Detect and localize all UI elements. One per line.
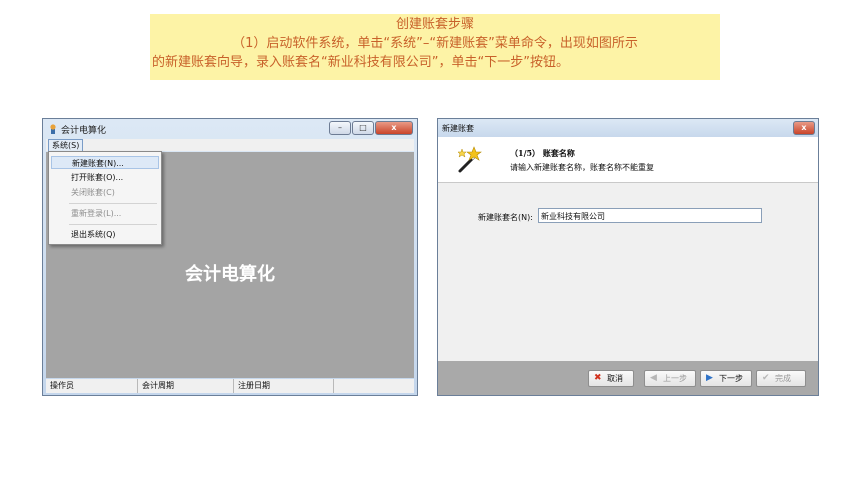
wizard-close-button[interactable]: x (793, 121, 815, 135)
arrow-left-icon: ◀ (650, 373, 657, 383)
banner-line-2: 的新建账套向导，录入账套名“新业科技有限公司”，单击“下一步”按钮。 (152, 55, 569, 70)
step-description: 请输入新建账套名称，账套名称不能重复 (510, 163, 654, 172)
status-bar: 操作员 会计周期 注册日期 (46, 379, 414, 393)
app-icon (50, 124, 56, 134)
menu-item-relogin: 重新登录(L)... (71, 209, 122, 218)
checkmark-icon: ✔ (762, 373, 770, 383)
window-controls: – □ x (328, 121, 413, 135)
wizard-title: 新建账套 (442, 124, 474, 133)
status-date: 注册日期 (234, 379, 334, 393)
instruction-banner: 创建账套步骤 （1）启动软件系统，单击“系统”–“新建账套”菜单命令，出现如图所… (150, 14, 720, 80)
system-dropdown-menu: 新建账套(N)... 打开账套(O)... 关闭账套(C) 重新登录(L)...… (48, 151, 162, 245)
next-button[interactable]: ▶ 下一步 (700, 370, 752, 387)
main-window-title: 会计电算化 (61, 126, 107, 136)
finish-button: ✔ 完成 (756, 370, 806, 387)
menu-item-open-account[interactable]: 打开账套(O)... (51, 171, 159, 184)
prev-button-label: 上一步 (663, 374, 687, 383)
close-button[interactable]: x (375, 121, 413, 135)
minimize-button[interactable]: – (329, 121, 351, 135)
menu-bar: 系统(S) (46, 139, 414, 152)
prev-button: ◀ 上一步 (644, 370, 696, 387)
finish-button-label: 完成 (775, 374, 791, 383)
step-title: （1/5） 账套名称 (510, 148, 575, 158)
banner-title: 创建账套步骤 (395, 17, 474, 32)
menu-separator (69, 203, 157, 204)
magic-wand-icon (457, 146, 482, 173)
new-account-wizard: 新建账套 x （1/5） 账套名称 请输入新建账套名称，账套名称不能重复 新建账… (437, 118, 819, 396)
cancel-x-icon: ✖ (594, 373, 602, 383)
center-title: 会计电算化 (185, 264, 275, 285)
cancel-button[interactable]: ✖ 取消 (588, 370, 634, 387)
arrow-right-icon: ▶ (706, 373, 713, 383)
account-name-input[interactable]: 新业科技有限公司 (538, 208, 762, 223)
wizard-header: （1/5） 账套名称 请输入新建账套名称，账套名称不能重复 (438, 137, 818, 183)
account-name-label: 新建账套名(N): (478, 213, 533, 222)
wizard-titlebar[interactable]: 新建账套 x (438, 119, 818, 137)
status-period: 会计周期 (138, 379, 234, 393)
menu-separator (69, 224, 157, 225)
main-titlebar[interactable]: 会计电算化 – □ x (43, 119, 417, 139)
cancel-button-label: 取消 (607, 374, 623, 383)
status-operator: 操作员 (46, 379, 138, 393)
menu-item-close-account: 关闭账套(C) (71, 188, 115, 197)
wizard-footer: ✖ 取消 ◀ 上一步 ▶ 下一步 ✔ 完成 (438, 361, 818, 395)
menu-item-new-account[interactable]: 新建账套(N)... (51, 156, 159, 169)
maximize-button[interactable]: □ (352, 121, 374, 135)
next-button-label: 下一步 (719, 374, 743, 383)
banner-line-1: （1）启动软件系统，单击“系统”–“新建账套”菜单命令，出现如图所示 (232, 36, 638, 51)
menu-item-exit[interactable]: 退出系统(Q) (51, 228, 159, 241)
